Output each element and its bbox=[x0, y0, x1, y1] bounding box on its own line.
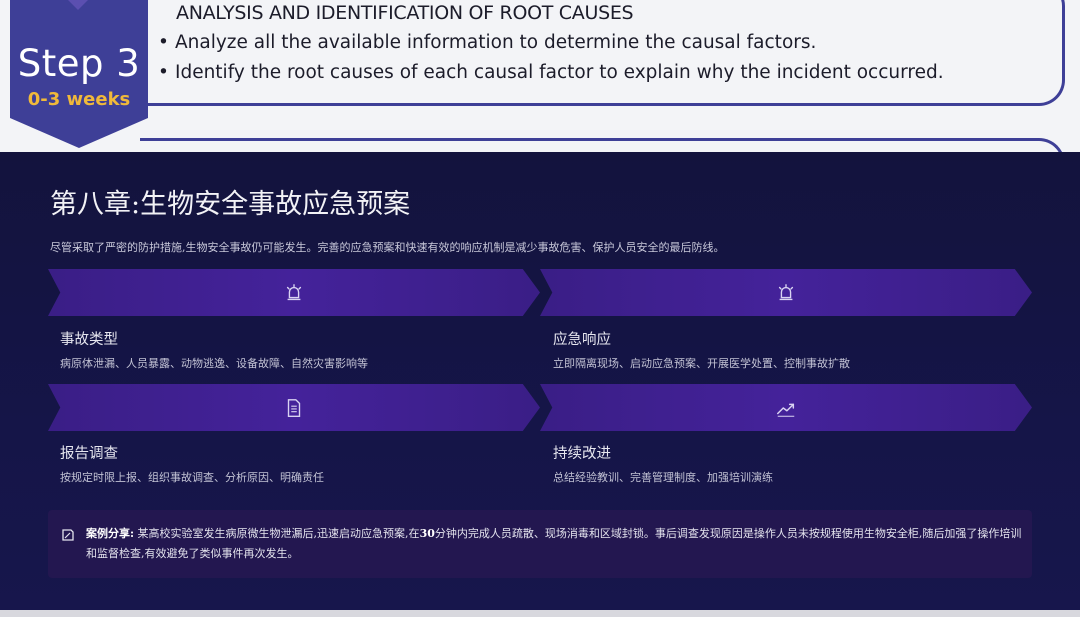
siren-icon bbox=[286, 283, 302, 300]
card-title: 事故类型 bbox=[60, 332, 118, 348]
step-duration: 0-3 weeks bbox=[27, 89, 131, 110]
card-title: 应急响应 bbox=[553, 332, 611, 348]
case-study-label: 案例分享: bbox=[86, 527, 135, 540]
step-bullet-list: • Analyze all the available information t… bbox=[158, 30, 944, 90]
case-study-highlight: 30 bbox=[419, 527, 435, 540]
bullet-text: Analyze all the available information to… bbox=[175, 32, 817, 53]
chapter-section: 第八章:生物安全事故应急预案 尽管采取了严密的防护措施,生物安全事故仍可能发生。… bbox=[0, 152, 1080, 617]
step-heading: ANALYSIS AND IDENTIFICATION OF ROOT CAUS… bbox=[176, 2, 634, 24]
trend-up-icon bbox=[777, 403, 795, 417]
step-panel: Step 3 0-3 weeks ANALYSIS AND IDENTIFICA… bbox=[0, 0, 1080, 152]
bullet-icon: • bbox=[158, 32, 169, 53]
card-title: 持续改进 bbox=[553, 446, 611, 462]
chapter-intro: 尽管采取了严密的防护措施,生物安全事故仍可能发生。完善的应急预案和快速有效的响应… bbox=[50, 241, 725, 254]
case-study-box: 案例分享: 某高校实验室发生病原微生物泄漏后,迅速启动应急预案,在30分钟内完成… bbox=[48, 510, 1032, 578]
card-description: 按规定时限上报、组织事故调查、分析原因、明确责任 bbox=[60, 471, 324, 484]
step-badge-notch bbox=[10, 118, 148, 148]
page-title: 第八章:生物安全事故应急预案 bbox=[50, 189, 411, 220]
document-icon bbox=[287, 398, 301, 417]
list-item: • Identify the root causes of each causal… bbox=[158, 60, 944, 90]
card-banner-report-investigation bbox=[48, 384, 540, 431]
bottom-bar bbox=[0, 610, 1080, 617]
card-description: 病原体泄漏、人员暴露、动物逃逸、设备故障、自然灾害影响等 bbox=[60, 357, 368, 370]
card-description: 立即隔离现场、启动应急预案、开展医学处置、控制事故扩散 bbox=[553, 357, 850, 370]
card-banner-emergency-response bbox=[540, 269, 1032, 316]
card-banner-continuous-improvement bbox=[540, 384, 1032, 431]
siren-icon bbox=[778, 283, 794, 300]
card-description: 总结经验教训、完善管理制度、加强培训演练 bbox=[553, 471, 773, 484]
list-item: • Analyze all the available information t… bbox=[158, 30, 944, 60]
card-title: 报告调查 bbox=[60, 446, 118, 462]
bullet-text: Identify the root causes of each causal … bbox=[175, 62, 944, 83]
case-study-text: 案例分享: 某高校实验室发生病原微生物泄漏后,迅速启动应急预案,在30分钟内完成… bbox=[86, 524, 1024, 564]
case-study-body: 某高校实验室发生病原微生物泄漏后,迅速启动应急预案,在 bbox=[134, 527, 420, 540]
card-banner-accident-types bbox=[48, 269, 540, 316]
note-icon bbox=[62, 529, 74, 541]
bullet-icon: • bbox=[158, 62, 169, 83]
next-step-frame bbox=[140, 138, 1065, 152]
step-label: Step 3 bbox=[17, 42, 141, 85]
